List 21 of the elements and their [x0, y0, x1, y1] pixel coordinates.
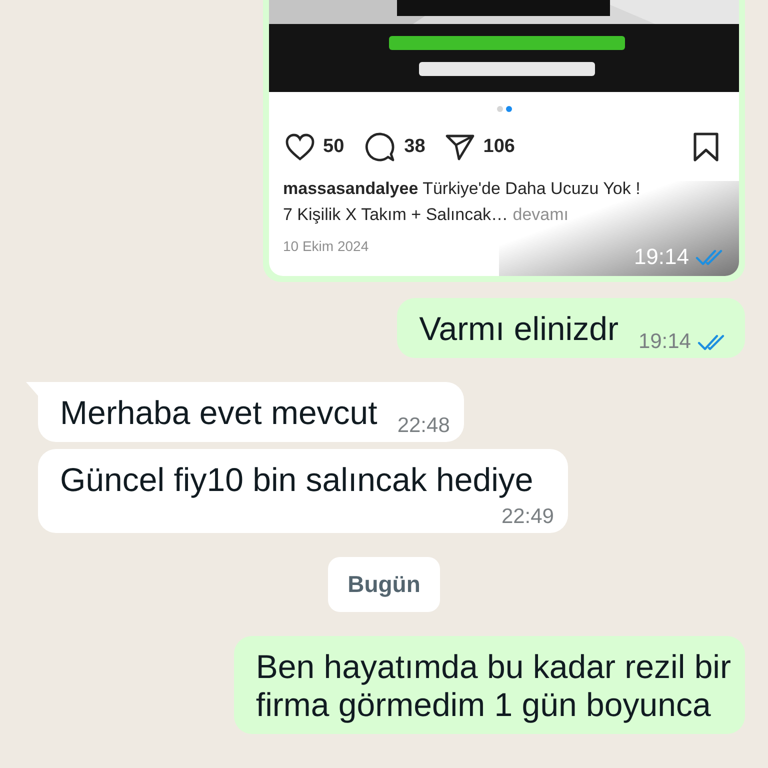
message-text: Merhaba evet mevcut: [60, 394, 378, 432]
message-time: 22:48: [397, 414, 450, 438]
post-card[interactable]: 50 38 106 massasandalyee Türkiye'de Daha Ucuzu Yok ! 7 Kişilik X Takım + Salıncak… devamı 10 Ekim 2024 19:14: [269, 0, 739, 276]
date-chip: Bugün: [328, 557, 440, 612]
message-time: 19:14: [634, 244, 689, 270]
message-text: Varmı elinizdr: [419, 310, 618, 348]
carousel-dot[interactable]: [496, 106, 502, 112]
send-icon[interactable]: [445, 133, 476, 161]
bookmark-icon[interactable]: [693, 132, 719, 162]
like-count: 50: [323, 136, 344, 158]
message-text: Güncel fiy10 bin salıncak hediye: [60, 461, 534, 499]
message-text: Ben hayatımda bu kadar rezil bir firma görmedim 1 gün boyunca: [256, 648, 731, 724]
post-caption: massasandalyee Türkiye'de Daha Ucuzu Yok ! 7 Kişilik X Takım + Salıncak… devamı: [282, 178, 642, 226]
comment-count: 38: [404, 136, 426, 158]
message-time: 19:14: [638, 330, 691, 354]
heart-icon[interactable]: [285, 133, 315, 161]
post-date: 10 Ekim 2024: [283, 238, 369, 254]
comment-icon[interactable]: [364, 132, 396, 162]
carousel-dot[interactable]: [506, 106, 512, 112]
share-count: 106: [483, 136, 515, 158]
message-time: 22:49: [501, 505, 554, 529]
